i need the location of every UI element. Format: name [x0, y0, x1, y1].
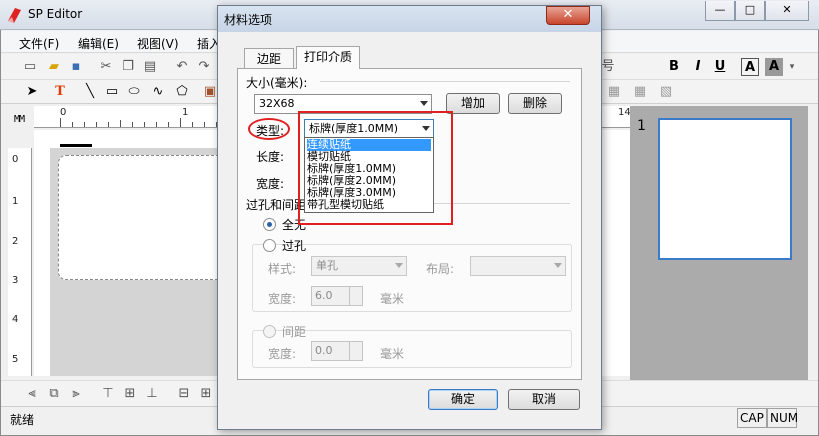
add-size-button[interactable]: 增加 [446, 93, 500, 114]
ruler-label: 4 [12, 314, 19, 325]
window-title: SP Editor [28, 7, 83, 21]
size-value: 32X68 [259, 97, 295, 110]
menu-edit[interactable]: 编辑(E) [78, 35, 119, 52]
ruler-label: 3 [12, 275, 19, 286]
ruler-label: 0 [60, 107, 67, 118]
italic-button[interactable]: I [689, 58, 707, 76]
chevron-down-icon[interactable]: ▾ [783, 58, 801, 76]
tab-margin[interactable]: 边距 [244, 48, 294, 69]
hole-width-value: 6.0 [315, 289, 333, 302]
caps-indicator: CAP [737, 408, 767, 428]
grid-icon[interactable]: ▦ [631, 83, 649, 101]
gap-width-label: 宽度: [268, 347, 297, 361]
menu-file[interactable]: 文件(F) [19, 35, 59, 52]
delete-size-button[interactable]: 删除 [508, 93, 562, 114]
spinner-arrows-icon[interactable] [349, 342, 362, 360]
hole-style-value: 单孔 [316, 259, 338, 272]
radio-gap-label: 间距 [282, 325, 307, 339]
gap-width-value: 0.0 [315, 344, 333, 357]
cut-icon[interactable]: ✂ [97, 58, 115, 76]
ruler-label: 14 [618, 107, 631, 118]
highlight-rectangle [298, 111, 453, 225]
open-folder-icon[interactable]: ▰ [45, 58, 63, 76]
minimize-button[interactable]: — [705, 1, 735, 21]
cancel-button[interactable]: 取消 [508, 389, 580, 410]
margin-arrow [60, 144, 92, 147]
undo-icon[interactable]: ↶ [173, 58, 191, 76]
style-label: 样式: [268, 262, 297, 276]
font-color-button[interactable]: A [741, 58, 759, 76]
align-right-icon[interactable]: ⫸ [67, 385, 85, 403]
distribute-h-icon[interactable]: ⊟ [175, 385, 193, 403]
highlight-button[interactable]: A [765, 58, 783, 76]
align-left-icon[interactable]: ⫷ [23, 385, 41, 403]
width-label: 宽度: [256, 177, 285, 191]
chevron-down-icon [420, 101, 428, 106]
tab-print-media[interactable]: 打印介质 [296, 46, 360, 69]
polygon-tool-icon[interactable]: ⬠ [173, 83, 191, 101]
line-tool-icon[interactable]: ╲ [81, 83, 99, 101]
paste-icon[interactable]: ▤ [141, 58, 159, 76]
align-top-icon[interactable]: ⊤ [99, 385, 117, 403]
chevron-down-icon [395, 263, 403, 268]
layout-label: 布局: [426, 262, 455, 276]
ruler-label: 5 [12, 354, 19, 365]
underline-button[interactable]: U [711, 58, 729, 76]
preview-label-thumbnail[interactable] [658, 118, 792, 260]
chevron-down-icon [554, 263, 562, 268]
radio-none[interactable] [263, 218, 276, 231]
highlight-ellipse [248, 118, 290, 140]
status-text: 就绪 [10, 413, 35, 427]
ruler-label: 2 [12, 236, 19, 247]
hole-groupbox [252, 244, 572, 312]
ruler-label: 1 [182, 107, 189, 118]
bold-button[interactable]: B [665, 58, 683, 76]
ellipse-tool-icon[interactable]: ⬭ [125, 83, 143, 101]
num-indicator: NUM [767, 408, 798, 428]
maximize-button[interactable]: □ [735, 1, 765, 21]
new-file-icon[interactable]: ▭ [21, 58, 39, 76]
align-middle-icon[interactable]: ⊞ [121, 385, 139, 403]
label-outline[interactable] [58, 155, 228, 280]
hole-width-label: 宽度: [268, 292, 297, 306]
ruler-label: 1 [12, 196, 19, 207]
dialog-title: 材料选项 [224, 13, 273, 27]
length-label: 长度: [256, 150, 285, 164]
save-icon[interactable]: ▪ [67, 58, 85, 76]
copy-icon[interactable]: ❐ [119, 58, 137, 76]
layer-icon[interactable]: ▧ [657, 83, 675, 101]
align-icon[interactable]: ▦ [605, 83, 623, 101]
text-tool-icon[interactable]: T [51, 83, 69, 101]
close-window-button[interactable]: ✕ [765, 1, 809, 21]
ruler-unit: MM [14, 114, 25, 125]
size-label: 大小(毫米): [246, 76, 308, 90]
hole-style-dropdown[interactable]: 单孔 [311, 256, 407, 276]
dialog-close-button[interactable]: ✕ [546, 6, 590, 25]
distribute-v-icon[interactable]: ⊞ [197, 385, 215, 403]
ruler-label: 0 [12, 154, 19, 165]
hole-layout-dropdown[interactable] [470, 256, 566, 276]
separator [320, 81, 570, 82]
align-center-icon[interactable]: ⧉ [45, 385, 63, 403]
hole-width-spinner[interactable]: 6.0 [311, 286, 363, 306]
hole-gap-label: 过孔和间距 [246, 198, 307, 212]
radio-gap[interactable] [263, 325, 276, 338]
radio-hole[interactable] [263, 239, 276, 252]
gap-unit-label: 毫米 [380, 347, 405, 361]
rectangle-tool-icon[interactable]: ▭ [103, 83, 121, 101]
ok-button[interactable]: 确定 [428, 389, 498, 410]
redo-icon[interactable]: ↷ [195, 58, 213, 76]
align-bottom-icon[interactable]: ⊥ [143, 385, 161, 403]
gap-width-spinner[interactable]: 0.0 [311, 341, 363, 361]
hole-unit-label: 毫米 [380, 292, 405, 306]
vertical-ruler: 0 1 2 3 4 5 [8, 148, 32, 376]
dialog-title-bar [218, 6, 601, 32]
preview-page-number: 1 [637, 118, 646, 134]
curve-tool-icon[interactable]: ∿ [149, 83, 167, 101]
radio-hole-label: 过孔 [282, 239, 307, 253]
pointer-icon[interactable]: ➤ [23, 83, 41, 101]
spinner-arrows-icon[interactable] [349, 287, 362, 305]
app-logo-icon [8, 8, 21, 23]
menu-view[interactable]: 视图(V) [137, 35, 179, 52]
